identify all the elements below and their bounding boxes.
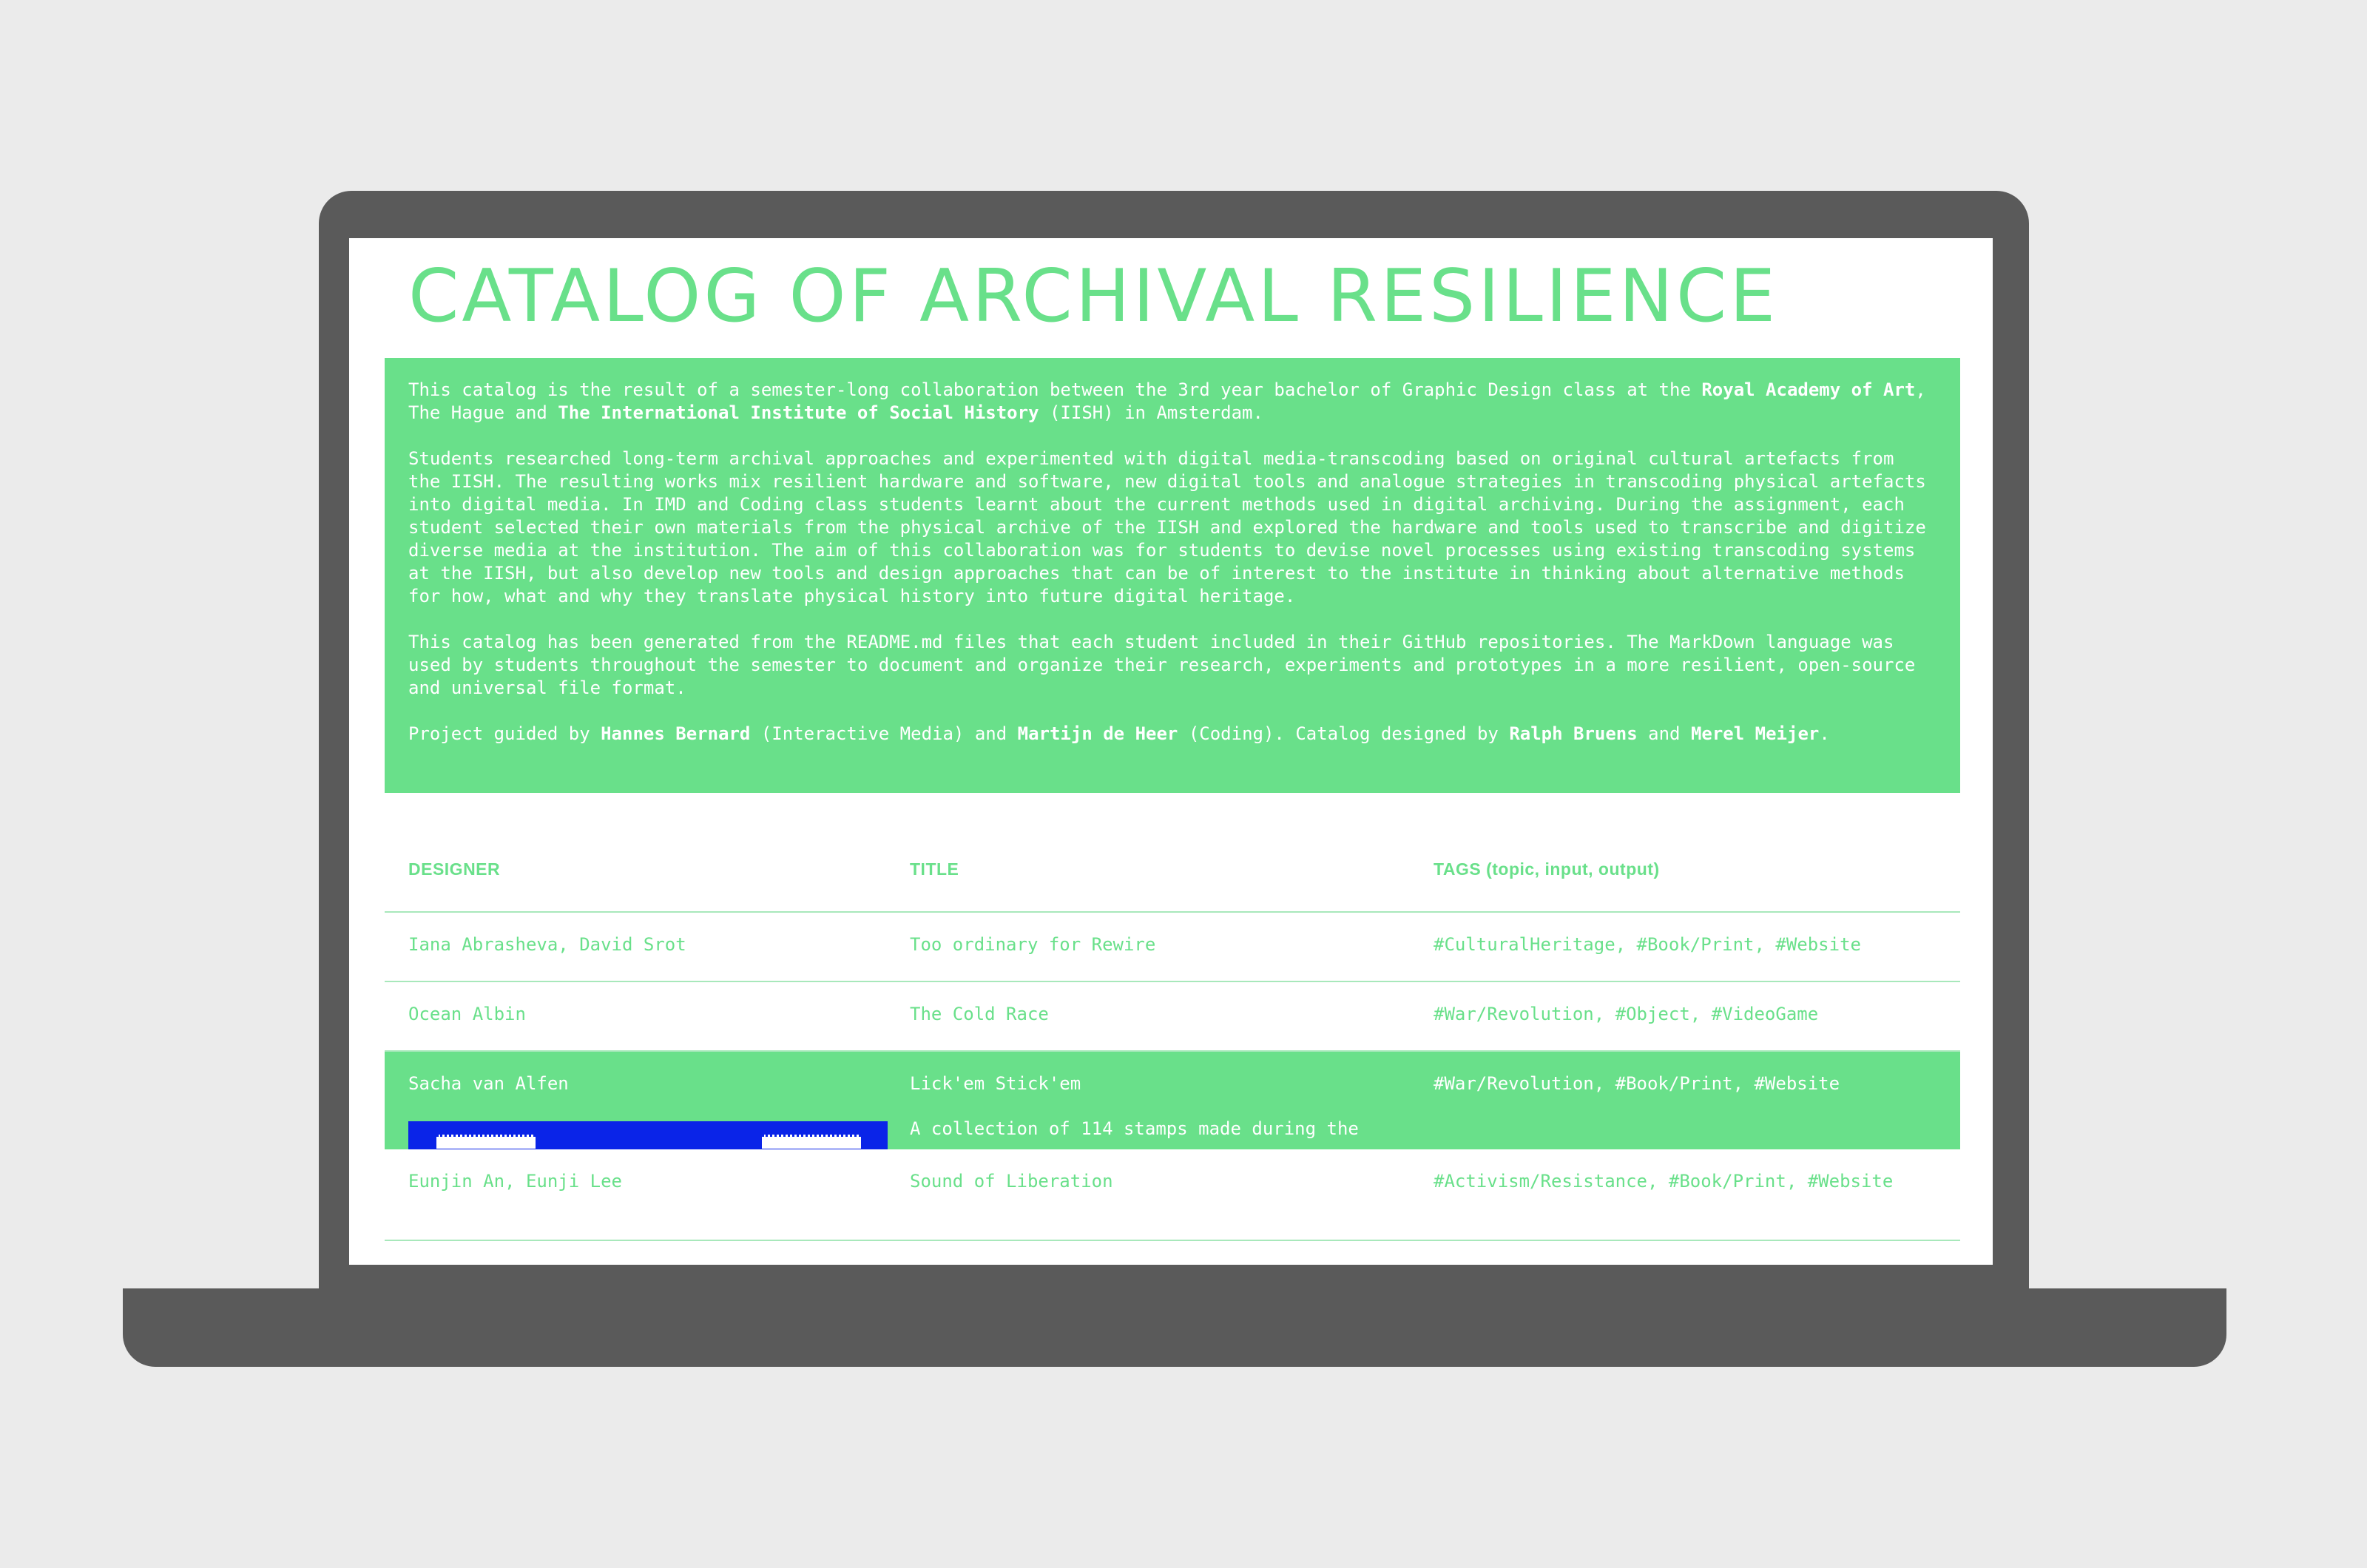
intro-text: . [1819,723,1830,744]
cell-title: Lick'em Stick'em [910,1073,1081,1094]
cell-tags: #War/Revolution, #Book/Print, #Website [1434,1073,1840,1094]
intro-text: (Interactive Media) and [750,723,1018,744]
laptop-base [123,1288,2226,1367]
table-row[interactable]: Iana Abrasheva, David Srot Too ordinary … [385,913,1960,982]
cell-title: Too ordinary for Rewire [910,934,1156,955]
cell-title: The Cold Race [910,1004,1049,1024]
cell-tags: #CulturalHeritage, #Book/Print, #Website [1434,934,1861,955]
cell-designer: Iana Abrasheva, David Srot [408,934,686,955]
cell-tags: #War/Revolution, #Object, #VideoGame [1434,1004,1819,1024]
royal-academy-name: Royal Academy of Art [1701,379,1916,400]
cell-title: Sound of Liberation [910,1171,1113,1192]
designer-name: Merel Meijer [1690,723,1820,744]
intro-paragraph-1: This catalog is the result of a semester… [408,379,1937,425]
intro-text: This catalog is the result of a semester… [408,379,1702,400]
intro-text: (Coding). Catalog designed by [1178,723,1510,744]
guide-name: Martijn de Heer [1017,723,1178,744]
cell-tags: #Activism/Resistance, #Book/Print, #Webs… [1434,1171,1894,1192]
table-row-expanded[interactable]: Sacha van Alfen Lick'em Stick'em A colle… [385,1052,1960,1149]
intro-text: and [1637,723,1691,744]
header-title[interactable]: TITLE [910,859,1434,879]
designer-name: Ralph Bruens [1509,723,1638,744]
catalog-table: DESIGNER TITLE TAGS (topic, input, outpu… [385,843,1960,1241]
guide-name: Hannes Bernard [601,723,751,744]
intro-paragraph-2: Students researched long-term archival a… [408,448,1926,606]
table-row[interactable]: Ocean Albin The Cold Race #War/Revolutio… [385,982,1960,1052]
intro-text: (IISH) in Amsterdam. [1039,402,1263,423]
page-title: CATALOG OF ARCHIVAL RESILIENCE [408,254,1779,339]
project-preview-image[interactable] [408,1121,888,1149]
stamp-image [436,1135,536,1149]
intro-text: Project guided by [408,723,601,744]
table-row[interactable]: Eunjin An, Eunji Lee Sound of Liberation… [385,1149,1960,1241]
cell-designer: Eunjin An, Eunji Lee [408,1171,622,1192]
table-header: DESIGNER TITLE TAGS (topic, input, outpu… [385,843,1960,913]
header-tags[interactable]: TAGS (topic, input, output) [1434,859,1960,879]
intro-paragraph-4: Project guided by Hannes Bernard (Intera… [408,723,1937,746]
intro-paragraph-3: This catalog has been generated from the… [408,632,1916,698]
intro-box: This catalog is the result of a semester… [385,358,1960,793]
cell-title-block: Lick'em Stick'em A collection of 114 sta… [910,1072,1434,1149]
header-designer[interactable]: DESIGNER [385,859,910,879]
iish-name: The International Institute of Social Hi… [558,402,1039,423]
stamp-image [762,1135,861,1149]
screen: CATALOG OF ARCHIVAL RESILIENCE This cata… [349,238,1993,1265]
project-description: A collection of 114 stamps made during t… [910,1118,1359,1139]
cell-designer: Ocean Albin [408,1004,526,1024]
